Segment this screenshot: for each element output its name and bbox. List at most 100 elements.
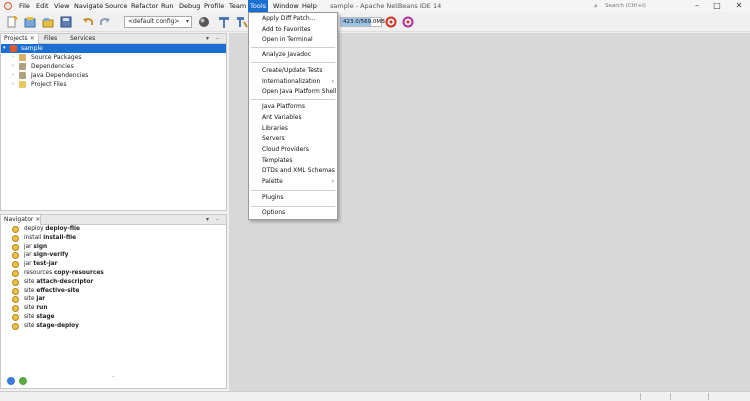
tree-item-sample[interactable]: ▾ sample [1,44,226,53]
menu-window[interactable]: Window [271,0,301,12]
list-item[interactable]: deploy deploy-file [1,225,226,234]
goal-name: deploy-file [45,226,80,232]
build-button[interactable] [217,15,231,29]
memory-meter[interactable]: 423.0/569.0MB [340,17,385,27]
new-project-button[interactable] [23,15,37,29]
menu-file[interactable]: File [17,0,32,12]
menu-team[interactable]: Team [227,0,248,12]
minimize-button[interactable]: – [690,0,704,12]
menu-item-options[interactable]: Options [249,208,337,218]
menu-tools[interactable]: Tools [248,0,269,12]
tab-navigator[interactable]: Navigator ✕ [1,215,41,225]
close-icon[interactable]: ✕ [30,35,35,42]
tree-item-project-files[interactable]: › Project Files [1,80,226,89]
tree-item-source-packages[interactable]: › Source Packages [1,53,226,62]
package-icon [19,54,26,61]
list-item[interactable]: site stage-deploy [1,322,226,331]
tab-services[interactable]: Services [67,34,98,44]
menu-item-java-platforms[interactable]: Java Platforms [249,102,337,112]
goal-name: sign [33,243,48,250]
menu-source[interactable]: Source [103,0,129,12]
list-item[interactable]: site jar [1,295,226,304]
list-item[interactable]: site run [1,304,226,313]
menu-debug[interactable]: Debug [177,0,202,12]
goal-plugin: site [24,296,35,303]
menu-item-templates[interactable]: Templates [249,156,337,166]
tab-files[interactable]: Files [41,34,60,44]
tree-collapsed-icon[interactable]: › [12,62,14,71]
list-item[interactable]: install install-file [1,234,226,243]
menu-item-cloud-providers[interactable]: Cloud Providers [249,145,337,155]
menu-item-ant-variables[interactable]: Ant Variables [249,113,337,123]
tab-projects[interactable]: Projects ✕ [1,34,39,44]
maximize-button[interactable]: □ [710,0,724,12]
gear-icon [12,234,19,242]
panel-menu-icon[interactable]: ▾ [206,34,209,44]
tree-collapsed-icon[interactable]: › [12,71,14,80]
menu-run[interactable]: Run [159,0,175,12]
jar-icon [19,63,26,70]
goal-list: deploy deploy-file install install-file … [1,225,226,331]
filter-icon[interactable] [19,377,27,385]
menu-profile[interactable]: Profile [202,0,226,12]
gear-icon [12,287,19,295]
list-item[interactable]: site stage [1,313,226,322]
list-item[interactable]: resources copy-resources [1,269,226,278]
minimize-panel-icon[interactable]: – [216,215,219,225]
menu-item-servers[interactable]: Servers [249,134,337,144]
menu-item-analyze-javadoc[interactable]: Analyze Javadoc [249,50,337,60]
redo-button[interactable] [98,15,112,29]
menu-item-plugins[interactable]: Plugins [249,193,337,203]
navigator-panel-tabs: Navigator ✕ ▾ – [1,215,226,225]
close-icon[interactable]: ✕ [35,216,40,223]
goal-name: run [36,305,48,312]
gear-icon [12,269,19,277]
tree-collapsed-icon[interactable]: › [12,80,14,89]
profile-snapshot-button[interactable] [401,15,415,29]
clean-build-button[interactable] [235,15,249,29]
new-file-button[interactable] [5,15,19,29]
menu-item-apply-diff-patch[interactable]: Apply Diff Patch... [249,14,337,24]
status-divider [670,393,671,400]
global-search[interactable]: ⌕ [594,1,684,11]
menu-navigate[interactable]: Navigate [72,0,105,12]
gear-icon [12,226,19,233]
menu-item-palette[interactable]: Palette › [249,177,337,187]
profile-button[interactable] [384,15,398,29]
save-all-button[interactable] [59,15,73,29]
tree-item-java-dependencies[interactable]: › Java Dependencies [1,71,226,80]
tree-expanded-icon[interactable]: ▾ [3,44,6,53]
menu-view[interactable]: View [52,0,71,12]
list-item[interactable]: jar sign-verify [1,251,226,260]
open-project-button[interactable] [41,15,55,29]
list-item[interactable]: jar sign [1,243,226,252]
help-icon[interactable] [7,377,15,385]
undo-button[interactable] [81,15,95,29]
menu-item-open-in-terminal[interactable]: Open in Terminal [249,35,337,45]
list-item[interactable]: jar test-jar [1,260,226,269]
menu-item-dtds-and-xml-schemas[interactable]: DTDs and XML Schemas [249,166,337,176]
goal-plugin: site [24,305,35,312]
menu-item-create-update-tests[interactable]: Create/Update Tests [249,66,337,76]
panel-menu-icon[interactable]: ▾ [206,215,209,225]
config-select[interactable]: <default config> ▾ [124,16,192,28]
tree-item-dependencies[interactable]: › Dependencies [1,62,226,71]
tree-collapsed-icon[interactable]: › [12,53,14,62]
list-item[interactable]: site effective-site [1,287,226,296]
redo-icon [100,18,110,25]
goal-name: stage-deploy [36,322,79,329]
menu-item-open-java-platform-shell[interactable]: Open Java Platform Shell [249,87,337,97]
menu-edit[interactable]: Edit [34,0,51,12]
close-button[interactable]: ✕ [732,0,746,12]
menu-item-libraries[interactable]: Libraries [249,124,337,134]
navigator-footer [1,374,226,388]
menu-item-label: Internationalization [262,78,321,85]
minimize-panel-icon[interactable]: – [216,34,219,44]
list-item[interactable]: site attach-descriptor [1,278,226,287]
menu-item-add-to-favorites[interactable]: Add to Favorites [249,25,337,35]
menu-refactor[interactable]: Refactor [129,0,160,12]
menu-help[interactable]: Help [300,0,319,12]
search-input[interactable] [605,1,683,11]
browser-button[interactable] [197,15,211,29]
menu-item-internationalization[interactable]: Internationalization › [249,77,337,87]
